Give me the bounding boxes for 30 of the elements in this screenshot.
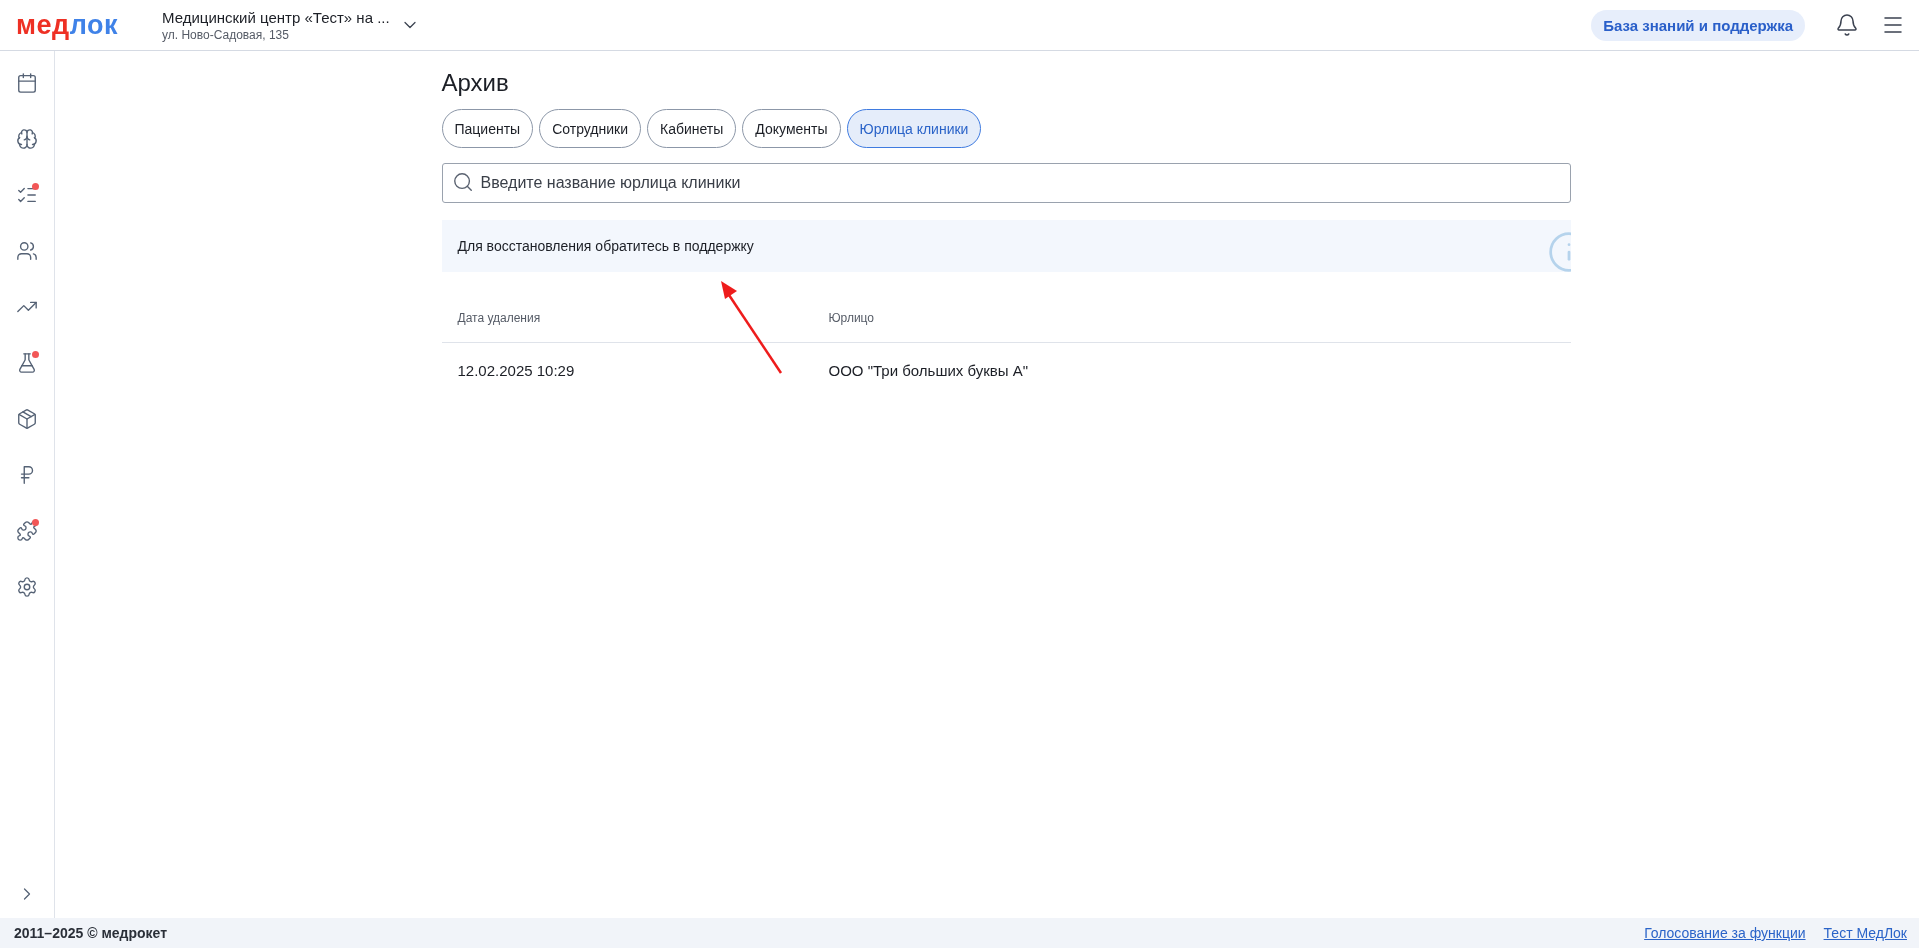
tab[interactable]: Юрлица клиники xyxy=(846,109,982,148)
users-icon[interactable] xyxy=(16,240,38,262)
clinic-name: Медицинский центр «Тест» на ... xyxy=(162,8,390,26)
box-icon[interactable] xyxy=(16,408,38,430)
bell-icon[interactable] xyxy=(1835,13,1859,37)
puzzle-icon[interactable] xyxy=(16,520,38,542)
copyright: 2011–2025 © медрокет xyxy=(14,925,167,941)
notification-dot xyxy=(32,519,39,526)
column-header: Юрлицо xyxy=(828,311,875,325)
column-header: Дата удаления xyxy=(457,311,542,325)
page-title: Архив xyxy=(441,69,510,97)
settings-icon[interactable] xyxy=(16,576,38,598)
table-cell-text: 12.02.2025 10:29 xyxy=(457,361,576,379)
search-field[interactable]: Введите название юрлица клиники xyxy=(441,163,1571,203)
footer-link[interactable]: Тест МедЛок xyxy=(1823,925,1907,941)
notification-dot xyxy=(32,351,39,358)
brain-icon[interactable] xyxy=(16,128,38,150)
logo: медлок xyxy=(16,9,119,41)
lab-icon[interactable] xyxy=(16,352,38,374)
tab[interactable]: Кабинеты xyxy=(647,109,737,148)
notification-dot xyxy=(32,183,39,190)
clinic-address: ул. Ново-Садовая, 135 xyxy=(162,27,290,42)
table-cell-text: ООО "Три больших буквы А" xyxy=(828,361,1030,379)
tab[interactable]: Пациенты xyxy=(441,109,534,148)
calendar-icon[interactable] xyxy=(16,72,38,94)
tab[interactable]: Документы xyxy=(742,109,841,148)
footer-link[interactable]: Голосование за функции xyxy=(1644,925,1806,941)
info-text: Для восстановления обратитесь в поддержку xyxy=(457,238,754,254)
support-button[interactable]: База знаний и поддержка xyxy=(1591,9,1805,41)
tab[interactable]: Сотрудники xyxy=(539,109,642,148)
